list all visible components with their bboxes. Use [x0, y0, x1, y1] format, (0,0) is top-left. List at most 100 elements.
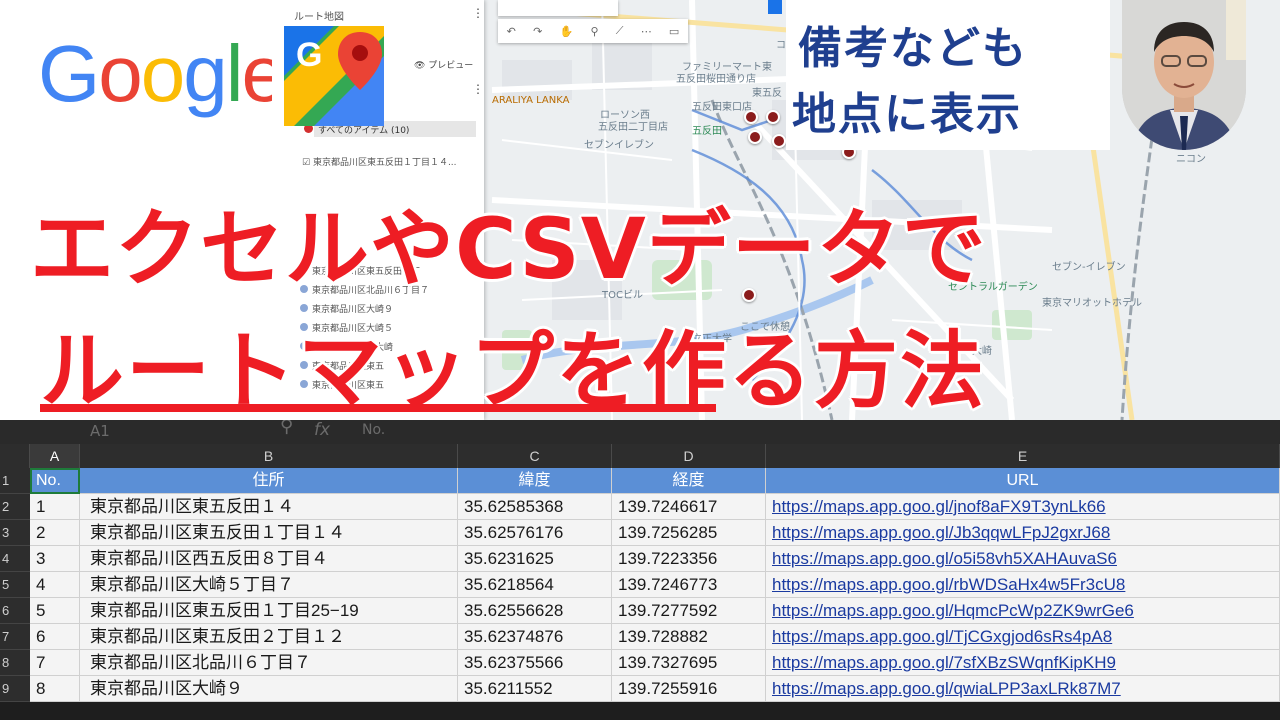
table-cell[interactable]: 139.7246773 [612, 572, 766, 598]
map-place-label: 五反田東口店 [692, 102, 752, 113]
column-header-a[interactable]: A [30, 444, 80, 468]
table-cell[interactable]: 5 [30, 598, 80, 624]
table-cell[interactable]: 東京都品川区大崎９ [80, 676, 458, 702]
row-number[interactable]: 1 [0, 468, 30, 494]
table-cell[interactable]: 東京都品川区東五反田１丁目25−19 [80, 598, 458, 624]
table-cell[interactable]: 8 [30, 676, 80, 702]
url-cell[interactable]: https://maps.app.goo.gl/rbWDSaHx4w5Fr3cU… [766, 572, 1280, 598]
table-cell[interactable]: 4 [30, 572, 80, 598]
column-headers: ABCDE [0, 444, 1280, 468]
table-cell[interactable]: 139.7223356 [612, 546, 766, 572]
google-logo-letter: g [183, 29, 227, 118]
map-tool-icon[interactable]: ↶ [507, 25, 516, 38]
url-cell[interactable]: https://maps.app.goo.gl/qwiaLPP3axLRk87M… [766, 676, 1280, 702]
table-cell[interactable]: 6 [30, 624, 80, 650]
google-maps-icon: G [284, 26, 384, 126]
select-all-corner[interactable] [0, 444, 30, 468]
table-cell[interactable]: 3 [30, 546, 80, 572]
table-cell[interactable]: 東京都品川区東五反田１丁目１４ [80, 520, 458, 546]
row-number[interactable]: 3 [0, 520, 30, 546]
search-icon[interactable]: ⚲ [280, 420, 293, 437]
table-row: 5 4 東京都品川区大崎５丁目７ 35.6218564 139.7246773 https… [0, 572, 1280, 598]
name-box[interactable]: A1 [90, 422, 110, 440]
header-cell[interactable]: 経度 [612, 468, 766, 494]
column-header-e[interactable]: E [766, 444, 1280, 468]
layer-menu-icon[interactable]: ⋮ [472, 82, 484, 96]
url-cell[interactable]: https://maps.app.goo.gl/jnof8aFX9T3ynLk6… [766, 494, 1280, 520]
table-cell[interactable]: 1 [30, 494, 80, 520]
table-cell[interactable]: 35.6218564 [458, 572, 612, 598]
map-place-label: 五反田二丁目店 [598, 122, 668, 133]
row-number[interactable]: 6 [0, 598, 30, 624]
table-cell[interactable]: 35.6211552 [458, 676, 612, 702]
url-cell[interactable]: https://maps.app.goo.gl/o5i58vh5XAHAuvaS… [766, 546, 1280, 572]
map-tool-icon[interactable]: ⚲ [590, 25, 598, 38]
table-cell[interactable]: 35.62585368 [458, 494, 612, 520]
table-cell[interactable]: 139.7277592 [612, 598, 766, 624]
google-logo-letter: o [98, 29, 142, 118]
formula-bar: A1 ⚲ fx No. [0, 420, 1280, 444]
table-cell[interactable]: 139.7256285 [612, 520, 766, 546]
map-toolbar: ↶ ↷ ✋ ⚲ ⟋ ⋯ ▭ [498, 19, 688, 43]
column-header-b[interactable]: B [80, 444, 458, 468]
table-cell[interactable]: 35.6231625 [458, 546, 612, 572]
table-cell[interactable]: 35.62576176 [458, 520, 612, 546]
row-number[interactable]: 9 [0, 676, 30, 702]
header-cell[interactable]: 緯度 [458, 468, 612, 494]
headline-underline [40, 404, 716, 412]
url-cell[interactable]: https://maps.app.goo.gl/HqmcPcWp2ZK9wrGe… [766, 598, 1280, 624]
column-header-d[interactable]: D [612, 444, 766, 468]
map-search-bar[interactable] [498, 0, 618, 16]
row-number[interactable]: 5 [0, 572, 30, 598]
fx-icon[interactable]: fx [314, 420, 330, 440]
map-place-label: セブンイレブン [584, 140, 654, 151]
header-cell[interactable]: URL [766, 468, 1280, 494]
header-cell[interactable]: No. [30, 468, 80, 494]
map-tool-icon[interactable]: ⋯ [641, 25, 652, 38]
table-cell[interactable]: 35.62374876 [458, 624, 612, 650]
map-tool-icon[interactable]: ⟋ [616, 24, 624, 38]
table-cell[interactable]: 東京都品川区東五反田１４ [80, 494, 458, 520]
url-cell[interactable]: https://maps.app.goo.gl/Jb3qqwLFpJ2gxrJ6… [766, 520, 1280, 546]
map-place-label: 五反田桜田通り店 [676, 74, 756, 85]
google-logo-letter: G [38, 29, 100, 118]
table-cell[interactable]: 東京都品川区大崎５丁目７ [80, 572, 458, 598]
table-cell[interactable]: 東京都品川区西五反田８丁目４ [80, 546, 458, 572]
table-cell[interactable]: 139.7246617 [612, 494, 766, 520]
map-pin[interactable] [744, 110, 758, 124]
row-number[interactable]: 4 [0, 546, 30, 572]
table-cell[interactable]: 139.7327695 [612, 650, 766, 676]
headline-line-2: ルートマップを作る方法 [40, 304, 986, 420]
table-cell[interactable]: 35.62375566 [458, 650, 612, 676]
row-number[interactable]: 8 [0, 650, 30, 676]
map-pin[interactable] [772, 134, 786, 148]
formula-input[interactable]: No. [362, 422, 385, 438]
map-pin[interactable] [748, 130, 762, 144]
map-pin[interactable] [766, 110, 780, 124]
url-cell[interactable]: https://maps.app.goo.gl/7sfXBzSWqnfKipKH… [766, 650, 1280, 676]
url-cell[interactable]: https://maps.app.goo.gl/TjCGxgjod6sRs4pA… [766, 624, 1280, 650]
table-row: 8 7 東京都品川区北品川６丁目７ 35.62375566 139.7327695 htt… [0, 650, 1280, 676]
map-tool-icon[interactable]: ↷ [533, 25, 542, 38]
row-number[interactable]: 7 [0, 624, 30, 650]
table-cell[interactable]: 139.7255916 [612, 676, 766, 702]
map-tool-icon[interactable]: ▭ [669, 25, 679, 38]
preview-link[interactable]: 👁 プレビュー [414, 58, 473, 71]
table-cell[interactable]: 7 [30, 650, 80, 676]
table-cell[interactable]: 東京都品川区北品川６丁目７ [80, 650, 458, 676]
table-cell[interactable]: 139.728882 [612, 624, 766, 650]
layer-checkbox-row[interactable]: ☑ 東京都品川区東五反田１丁目１４... [302, 155, 457, 168]
table-row: 6 5 東京都品川区東五反田１丁目25−19 35.62556628 139.72775… [0, 598, 1280, 624]
panel-menu-icon[interactable]: ⋮ [472, 6, 484, 20]
map-title[interactable]: ルート地図 [294, 8, 344, 23]
header-cell[interactable]: 住所 [80, 468, 458, 494]
column-header-c[interactable]: C [458, 444, 612, 468]
table-cell[interactable]: 35.62556628 [458, 598, 612, 624]
map-blue-button[interactable] [768, 0, 782, 14]
table-cell[interactable]: 東京都品川区東五反田２丁目１２ [80, 624, 458, 650]
google-logo-letter: o [140, 29, 185, 118]
map-tool-icon[interactable]: ✋ [560, 25, 574, 38]
table-cell[interactable]: 2 [30, 520, 80, 546]
row-number[interactable]: 2 [0, 494, 30, 520]
map-place-label: ARALIYA LANKA [492, 95, 570, 106]
